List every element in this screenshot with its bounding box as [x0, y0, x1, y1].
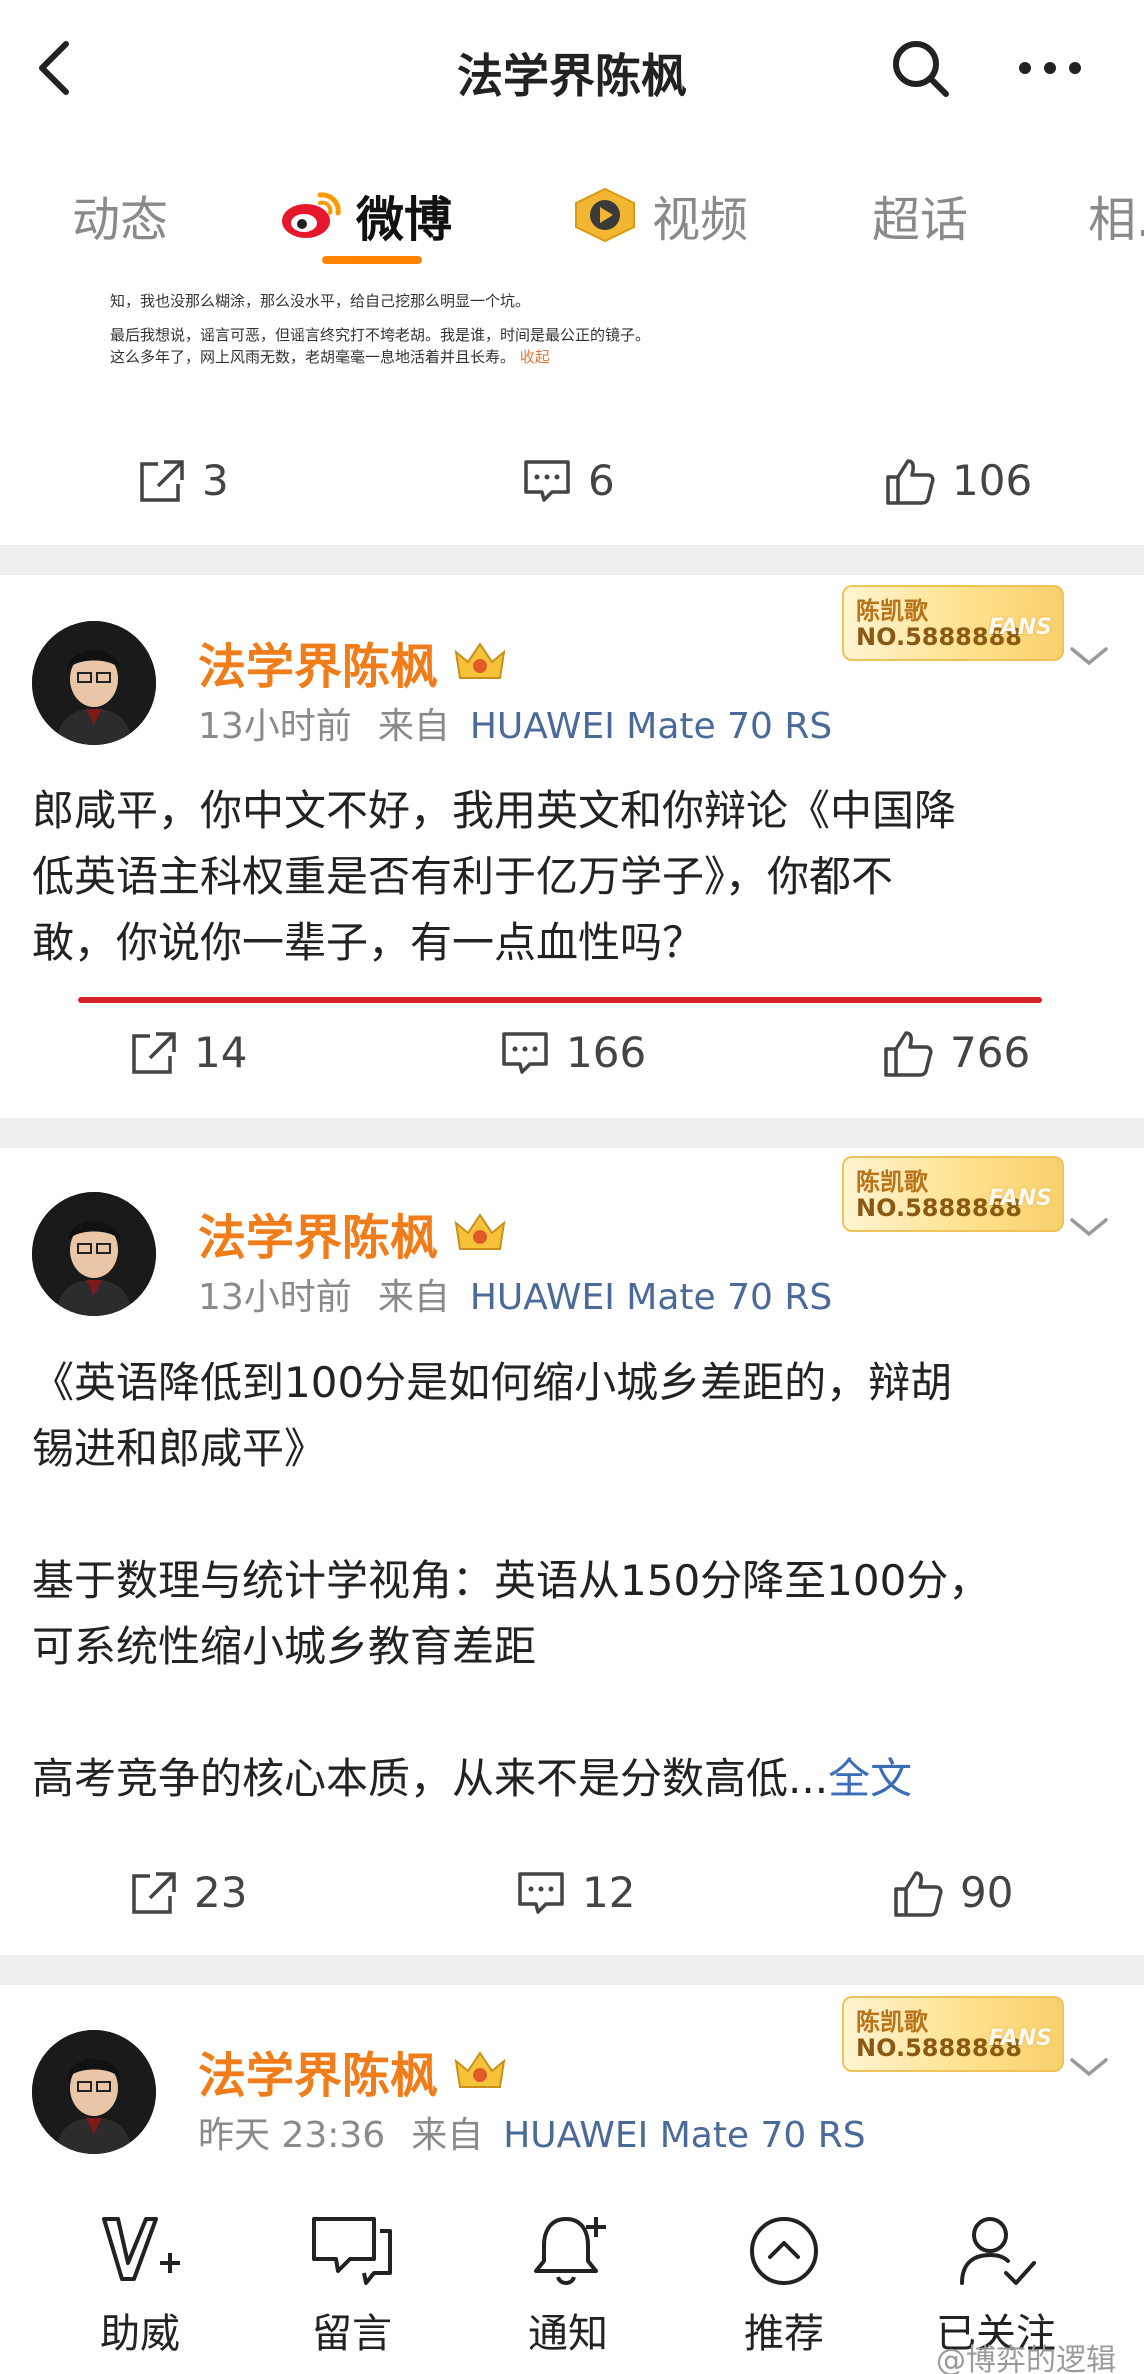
red-underline [78, 997, 1042, 1003]
nav-notify[interactable]: 通知 [488, 2213, 648, 2359]
device-link[interactable]: HUAWEI Mate 70 RS [470, 1277, 832, 1318]
author-name[interactable]: 法学界陈枫 [198, 2036, 508, 2106]
chevron-down-icon[interactable] [1066, 2052, 1112, 2082]
repost-icon [140, 459, 184, 502]
nav-message[interactable]: 留言 [272, 2213, 432, 2359]
post-meta: 13小时前 来自 HUAWEI Mate 70 RS [198, 1277, 833, 1318]
snippet-line: 这么多年了，网上风雨无数，老胡毫毫一息地活着并且长寿。 收起 [110, 348, 550, 366]
post-text: 郎咸平，你中文不好，我用英文和你辩论《中国降 低英语主科权重是否有利于亿万学子》… [32, 786, 957, 967]
tab-dynamic[interactable]: 动态 [72, 180, 168, 250]
fans-badge[interactable]: 陈凯歌 NO.5888888 FANS [842, 585, 1064, 661]
chevron-down-icon[interactable] [1066, 1212, 1112, 1242]
bottom-nav: 助威 留言 通知 推荐 已关注 @博弈的逻辑 [0, 2195, 1144, 2374]
comment-button[interactable]: 6 [522, 456, 615, 505]
like-button[interactable]: 106 [884, 456, 1032, 505]
post-actions: 23 12 90 [0, 1852, 1144, 1942]
device-link[interactable]: HUAWEI Mate 70 RS [470, 706, 832, 747]
snippet-line: 知，我也没那么糊涂，那么没水平，给自己挖那么明显一个坑。 [110, 292, 531, 310]
fans-badge[interactable]: 陈凯歌 NO.5888888 FANS [842, 1996, 1064, 2072]
article-screenshot: 知，我也没那么糊涂，那么没水平，给自己挖那么明显一个坑。 最后我想说，谣言可恶，… [110, 280, 740, 400]
tab-video[interactable]: 视频 [572, 180, 748, 250]
author-name[interactable]: 法学界陈枫 [198, 627, 508, 697]
watermark: @博弈的逻辑 [936, 2343, 1116, 2374]
full-text-link[interactable]: 全文 [828, 1754, 912, 1803]
page-title: 法学界陈枫 [457, 49, 687, 103]
comment-icon [524, 459, 570, 502]
post-actions: 14 166 766 [0, 1012, 1144, 1102]
repost-icon [132, 1871, 176, 1914]
post-text: 《英语降低到100分是如何缩小城乡差距的，辩胡 锡进和郎咸平》 基于数理与统计学… [32, 1358, 991, 1803]
repost-button[interactable]: 23 [128, 1868, 247, 1917]
author-name[interactable]: 法学界陈枫 [198, 1198, 508, 1268]
repost-icon [132, 1031, 176, 1074]
collapse-link[interactable]: 收起 [520, 348, 550, 366]
tab-weibo[interactable]: 微博 [280, 180, 452, 250]
like-button[interactable]: 90 [892, 1868, 1013, 1917]
message-icon [312, 2217, 392, 2285]
repost-button[interactable]: 3 [136, 456, 229, 505]
followed-icon [960, 2217, 1036, 2285]
like-button[interactable]: 766 [882, 1028, 1030, 1077]
cheer-icon [102, 2217, 180, 2281]
tab-more[interactable]: 相... [1088, 180, 1144, 250]
post-divider [0, 1955, 1144, 1985]
avatar[interactable] [32, 2030, 156, 2154]
more-icon[interactable] [1015, 36, 1085, 100]
crown-badge-icon [454, 1213, 506, 1250]
tab-super-topic[interactable]: 超话 [872, 180, 968, 250]
post-meta: 昨天 23:36 来自 HUAWEI Mate 70 RS [198, 2115, 866, 2156]
post-actions: 3 6 106 [0, 440, 1144, 530]
crown-badge-icon [454, 2051, 506, 2088]
avatar[interactable] [32, 1192, 156, 1316]
comment-icon [502, 1031, 548, 1074]
post-meta: 13小时前 来自 HUAWEI Mate 70 RS [198, 706, 833, 747]
thumbs-up-icon [884, 1030, 933, 1077]
recommend-icon [750, 2217, 818, 2285]
post-header: 法学界陈枫 昨天 23:36 来自 HUAWEI Mate 70 RS 陈凯歌 NO… [0, 1996, 1144, 2156]
active-tab-indicator [322, 256, 422, 264]
comment-icon [518, 1871, 564, 1914]
snippet-line: 最后我想说，谣言可恶，但谣言终究打不垮老胡。我是谁，时间是最公正的镜子。 [110, 326, 651, 344]
thumbs-up-icon [894, 1870, 943, 1917]
comment-button[interactable]: 12 [516, 1868, 635, 1917]
search-icon[interactable] [888, 36, 952, 100]
device-link[interactable]: HUAWEI Mate 70 RS [503, 2115, 865, 2156]
post-divider [0, 1118, 1144, 1148]
nav-cheer[interactable]: 助威 [60, 2213, 220, 2359]
bell-icon [534, 2217, 606, 2285]
chevron-down-icon[interactable] [1066, 641, 1112, 671]
comment-button[interactable]: 166 [500, 1028, 646, 1077]
repost-button[interactable]: 14 [128, 1028, 247, 1077]
top-bar: 法学界陈枫 [0, 0, 1144, 145]
nav-recommend[interactable]: 推荐 [704, 2213, 864, 2359]
avatar[interactable] [32, 621, 156, 745]
post-header: 法学界陈枫 13小时前 来自 HUAWEI Mate 70 RS 陈凯歌 NO.58… [0, 1156, 1144, 1318]
weibo-logo-icon [282, 192, 341, 238]
crown-badge-icon [454, 642, 506, 679]
fans-badge[interactable]: 陈凯歌 NO.5888888 FANS [842, 1156, 1064, 1232]
post-header: 法学界陈枫 13小时前 来自 HUAWEI Mate 70 RS 陈凯歌 NO.58… [0, 585, 1144, 747]
thumbs-up-icon [886, 458, 935, 505]
post-divider [0, 545, 1144, 575]
video-play-icon [575, 187, 635, 243]
profile-tabs: 动态 微博 视频 超话 相... [0, 160, 1144, 270]
